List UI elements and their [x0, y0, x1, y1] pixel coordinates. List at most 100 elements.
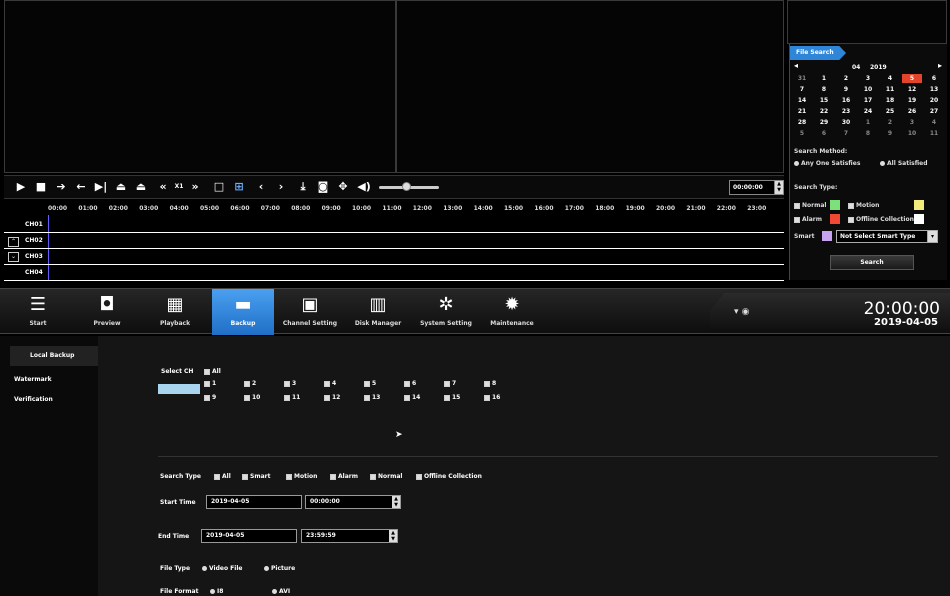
channel-checkbox[interactable]: 4	[324, 380, 336, 387]
channel-checkbox[interactable]: 6	[404, 380, 416, 387]
calendar-day[interactable]: 2	[880, 118, 900, 127]
calendar-day[interactable]: 16	[836, 96, 856, 105]
download-icon[interactable]: ⤓	[296, 180, 310, 194]
menu-item-playback[interactable]: ▦ Playback	[140, 289, 210, 335]
play-icon[interactable]: ▶	[14, 180, 28, 194]
checkbox-box[interactable]	[204, 394, 210, 401]
channel-checkbox[interactable]: 11	[284, 394, 300, 401]
calendar-day[interactable]: 8	[858, 129, 878, 138]
end-date-input[interactable]: 2019-04-05	[201, 529, 297, 543]
checkbox-box[interactable]	[364, 380, 370, 387]
channel-checkbox[interactable]: 1	[204, 380, 216, 387]
video-pane-3[interactable]	[787, 0, 947, 44]
checkbox-box[interactable]	[444, 394, 450, 401]
snapshot-icon[interactable]: ◙	[316, 180, 330, 194]
calendar-day[interactable]: 6	[924, 74, 944, 83]
file-format-avi-radio[interactable]: AVI	[272, 588, 290, 595]
chevron-down-icon[interactable]: ▾	[927, 231, 937, 242]
end-time-spinner[interactable]: ▲ ▼	[389, 530, 397, 542]
checkbox-box[interactable]	[370, 473, 376, 480]
channel-checkbox[interactable]: 7	[444, 380, 456, 387]
channel-checkbox[interactable]: 12	[324, 394, 340, 401]
calendar-day[interactable]: 8	[814, 85, 834, 94]
type-alarm-checkbox[interactable]: Alarm	[794, 216, 822, 223]
calendar-prev-icon[interactable]: ◂	[794, 61, 798, 70]
channel-checkbox[interactable]: 16	[484, 394, 500, 401]
calendar-day[interactable]: 14	[792, 96, 812, 105]
calendar-day[interactable]: 6	[814, 129, 834, 138]
calendar-day[interactable]: 7	[836, 129, 856, 138]
channel-row[interactable]: CH02	[4, 234, 784, 249]
calendar-year[interactable]: 2019	[870, 64, 887, 71]
menu-item-backup[interactable]: ▬ Backup	[212, 289, 274, 335]
clip-start-icon[interactable]: ⏏	[114, 180, 128, 194]
calendar-day[interactable]: 1	[858, 118, 878, 127]
checkbox-box[interactable]	[286, 473, 292, 480]
menu-item-maintenance[interactable]: ✹ Maintenance	[480, 289, 544, 335]
search-type-checkbox[interactable]: All	[214, 473, 231, 480]
channel-checkbox[interactable]: 8	[484, 380, 496, 387]
calendar-day[interactable]: 18	[880, 96, 900, 105]
calendar-day[interactable]: 23	[836, 107, 856, 116]
channel-checkbox[interactable]: 9	[204, 394, 216, 401]
channel-row[interactable]: CH01	[4, 218, 784, 233]
calendar-day[interactable]: 10	[902, 129, 922, 138]
volume-slider-knob[interactable]	[402, 182, 411, 191]
forward-icon[interactable]: ➔	[54, 180, 68, 194]
checkbox-box[interactable]	[214, 473, 220, 480]
channel-selection-box[interactable]	[158, 384, 200, 394]
calendar-month[interactable]: 04	[852, 64, 860, 71]
search-type-checkbox[interactable]: Alarm	[330, 473, 358, 480]
clip-end-icon[interactable]: ⏏	[134, 180, 148, 194]
time-spinner[interactable]: ▲ ▼	[774, 181, 783, 194]
calendar-day[interactable]: 20	[924, 96, 944, 105]
calendar-day[interactable]: 3	[902, 118, 922, 127]
playback-time-field[interactable]: 00:00:00 ▲ ▼	[729, 180, 784, 195]
search-type-checkbox[interactable]: Offline Collection	[416, 473, 482, 480]
sidebar-item-local-backup[interactable]: Local Backup	[10, 346, 98, 366]
menu-item-disk-manager[interactable]: ▥ Disk Manager	[344, 289, 412, 335]
fast-forward-icon[interactable]: »	[188, 180, 202, 194]
search-type-checkbox[interactable]: Normal	[370, 473, 402, 480]
calendar-day[interactable]: 21	[792, 107, 812, 116]
volume-icon[interactable]: ◀)	[357, 180, 371, 194]
channel-checkbox[interactable]: 10	[244, 394, 260, 401]
checkbox-box[interactable]	[444, 380, 450, 387]
end-time-input[interactable]: 23:59:59 ▲ ▼	[301, 529, 398, 543]
sidebar-item-watermark-verification[interactable]: Watermark Verification	[0, 370, 88, 403]
checkbox-box[interactable]	[364, 394, 370, 401]
checkbox-box[interactable]	[330, 473, 336, 480]
checkbox-box[interactable]	[324, 394, 330, 401]
checkbox-box[interactable]	[244, 394, 250, 401]
calendar-day[interactable]: 11	[880, 85, 900, 94]
start-date-input[interactable]: 2019-04-05	[206, 495, 302, 509]
quad-view-icon[interactable]: ⊞	[232, 180, 246, 194]
calendar-day[interactable]: 11	[924, 129, 944, 138]
checkbox-box[interactable]	[204, 380, 210, 387]
rewind-icon[interactable]: «	[156, 180, 170, 194]
backward-icon[interactable]: ←	[74, 180, 88, 194]
calendar-day[interactable]: 10	[858, 85, 878, 94]
menu-item-preview[interactable]: ◘ Preview	[74, 289, 140, 335]
calendar-day[interactable]: 17	[858, 96, 878, 105]
channel-row[interactable]: CH03	[4, 250, 784, 265]
checkbox-box[interactable]	[416, 473, 422, 480]
start-time-input[interactable]: 00:00:00 ▲ ▼	[305, 495, 401, 509]
checkbox-box[interactable]	[324, 380, 330, 387]
smart-type-select[interactable]: Not Select Smart Type ▾	[836, 230, 938, 243]
channel-row[interactable]: CH04	[4, 266, 784, 281]
stop-icon[interactable]: ■	[34, 180, 48, 194]
step-forward-icon[interactable]: ▶|	[94, 180, 108, 194]
calendar-day[interactable]: 4	[924, 118, 944, 127]
channel-checkbox[interactable]: 5	[364, 380, 376, 387]
calendar-day[interactable]: 3	[858, 74, 878, 83]
type-normal-checkbox[interactable]: Normal	[794, 202, 826, 209]
calendar-day[interactable]: 28	[792, 118, 812, 127]
method-all-radio[interactable]: All Satisfied	[880, 160, 928, 167]
prev-icon[interactable]: ‹	[254, 180, 268, 194]
video-pane-1[interactable]	[4, 0, 396, 173]
channel-checkbox[interactable]: 3	[284, 380, 296, 387]
calendar-day[interactable]: 15	[814, 96, 834, 105]
timeline[interactable]: ⌃ ⌄ 00:00 01:00 02:00 03:00 04:00 05:00 06:00 0…	[4, 201, 784, 281]
calendar-day[interactable]: 29	[814, 118, 834, 127]
